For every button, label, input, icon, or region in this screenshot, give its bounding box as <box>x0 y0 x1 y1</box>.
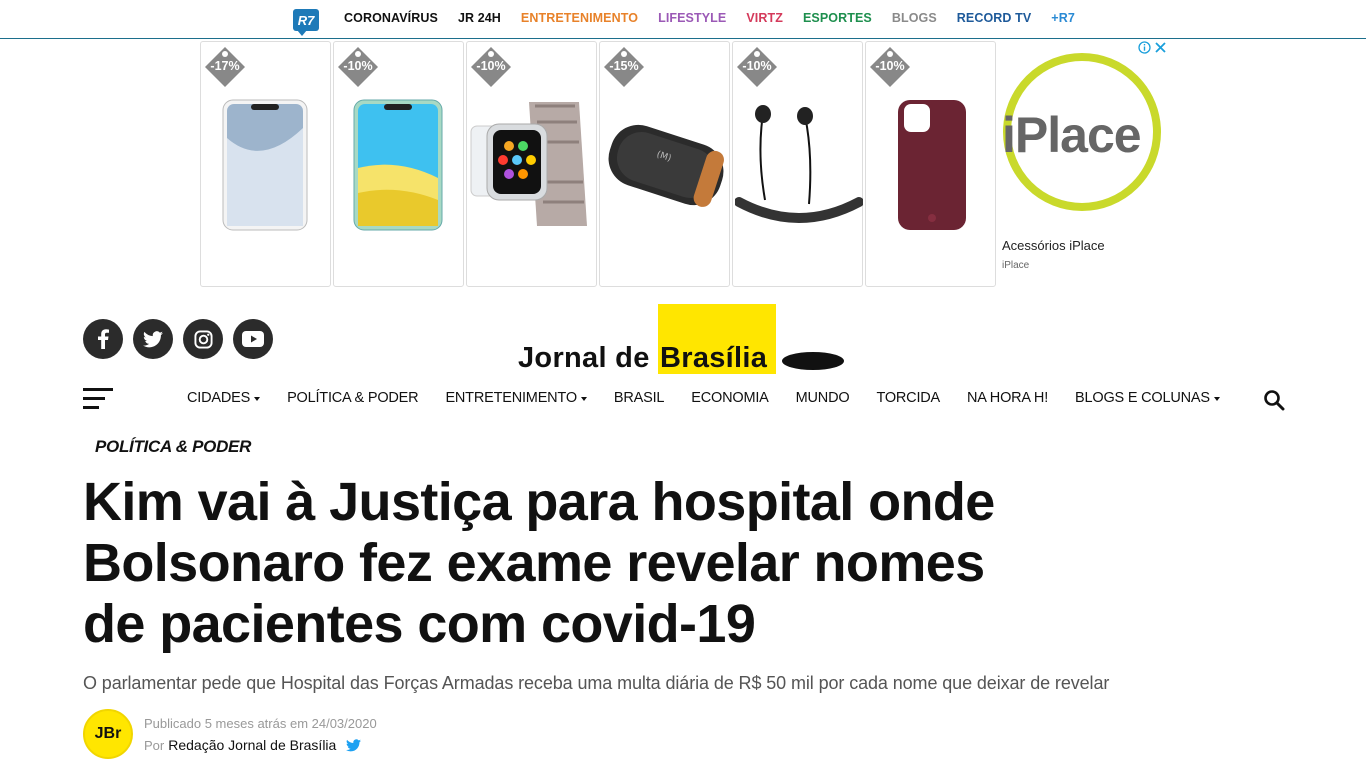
hamburger-menu-icon[interactable] <box>83 388 113 410</box>
author-name[interactable]: Redação Jornal de Brasília <box>168 737 336 753</box>
byline-prefix: Por <box>144 737 165 753</box>
r7-nav-blogs[interactable]: BLOGS <box>892 11 937 25</box>
author-avatar[interactable]: JBr <box>83 709 133 759</box>
r7-nav-recordtv[interactable]: RECORD TV <box>957 11 1032 25</box>
iphone-case-image <box>898 100 966 230</box>
nav-item-torcida[interactable]: TORCIDA <box>876 390 940 406</box>
neckband-earphones-image <box>735 105 863 223</box>
r7-nav-lifestyle[interactable]: LIFESTYLE <box>658 11 726 25</box>
r7-nav: CORONAVÍRUS JR 24H ENTRETENIMENTO LIFEST… <box>344 11 1095 25</box>
discount-label: -10% <box>343 59 373 73</box>
discount-label: -15% <box>609 59 639 73</box>
nav-item-brasil[interactable]: BRASIL <box>614 390 665 406</box>
twitter-bird-icon[interactable] <box>346 738 362 752</box>
close-icon[interactable] <box>1155 42 1166 53</box>
discount-label: -17% <box>210 59 240 73</box>
r7-nav-jr24h[interactable]: JR 24H <box>458 11 501 25</box>
article-category[interactable]: POLÍTICA & PODER <box>95 437 251 457</box>
twitter-icon[interactable] <box>133 319 173 359</box>
bluetooth-speaker-image: (M) <box>608 124 724 207</box>
ad-product-card[interactable]: -10% <box>865 41 996 287</box>
article-subheadline: O parlamentar pede que Hospital das Forç… <box>83 673 1110 693</box>
info-icon[interactable] <box>1138 41 1151 54</box>
social-links <box>83 319 273 359</box>
youtube-icon[interactable] <box>233 319 273 359</box>
search-icon[interactable] <box>1263 389 1285 411</box>
apple-watch-image <box>470 102 587 226</box>
r7-logo[interactable]: R7 <box>293 9 319 36</box>
r7-top-bar: R7 CORONAVÍRUS JR 24H ENTRETENIMENTO LIF… <box>0 0 1366 39</box>
discount-label: -10% <box>742 59 772 73</box>
site-logo[interactable]: Jornal de Brasília <box>518 304 848 376</box>
ad-product-card[interactable]: -10% <box>466 41 597 287</box>
ad-product-card[interactable]: -17% <box>200 41 331 287</box>
iphone-11-image <box>353 99 443 231</box>
ad-product-card[interactable]: -15% (M) <box>599 41 730 287</box>
caret-down-icon <box>1213 396 1220 401</box>
caret-down-icon <box>580 396 587 401</box>
article-headline: Kim vai à Justiça para hospital onde Bol… <box>83 472 995 654</box>
caret-down-icon <box>254 396 261 401</box>
ad-product-card[interactable]: -10% <box>333 41 464 287</box>
iplace-logo[interactable]: iPlace <box>1002 106 1142 164</box>
publish-date: Publicado 5 meses atrás em 24/03/2020 <box>144 716 377 731</box>
nav-item-entretenimento[interactable]: ENTRETENIMENTO <box>445 390 587 406</box>
logo-text-jornal: Jornal de <box>518 342 650 374</box>
ad-title[interactable]: Acessórios iPlace <box>1002 238 1105 253</box>
discount-label: -10% <box>476 59 506 73</box>
r7-nav-virtz[interactable]: VIRTZ <box>746 11 783 25</box>
logo-text-brasilia: Brasília <box>660 342 768 374</box>
nav-item-na-hora-h[interactable]: NA HORA H! <box>967 390 1048 406</box>
facebook-icon[interactable] <box>83 319 123 359</box>
r7-nav-entretenimento[interactable]: ENTRETENIMENTO <box>521 11 638 25</box>
ad-product-card[interactable]: -10% <box>732 41 863 287</box>
nav-item-blogs-colunas[interactable]: BLOGS E COLUNAS <box>1075 390 1220 406</box>
iphone-xr-image <box>222 99 308 231</box>
instagram-icon[interactable] <box>183 319 223 359</box>
nav-item-cidades[interactable]: CIDADES <box>187 390 261 406</box>
r7-nav-plusr7[interactable]: +R7 <box>1051 11 1075 25</box>
ad-choices[interactable] <box>1138 41 1166 54</box>
byline: Por Redação Jornal de Brasília <box>144 737 362 753</box>
r7-nav-esportes[interactable]: ESPORTES <box>803 11 872 25</box>
logo-disc-icon <box>782 352 844 370</box>
nav-item-mundo[interactable]: MUNDO <box>796 390 850 406</box>
main-nav: CIDADES POLÍTICA & PODER ENTRETENIMENTO … <box>187 390 1247 406</box>
ad-product-carousel: -17% -10% -10% -15% (M) -10% -10% <box>200 41 996 287</box>
nav-item-economia[interactable]: ECONOMIA <box>691 390 769 406</box>
r7-nav-coronavirus[interactable]: CORONAVÍRUS <box>344 11 438 25</box>
discount-label: -10% <box>875 59 905 73</box>
ad-advertiser: iPlace <box>1002 260 1030 271</box>
nav-item-politica-poder[interactable]: POLÍTICA & PODER <box>287 390 419 406</box>
